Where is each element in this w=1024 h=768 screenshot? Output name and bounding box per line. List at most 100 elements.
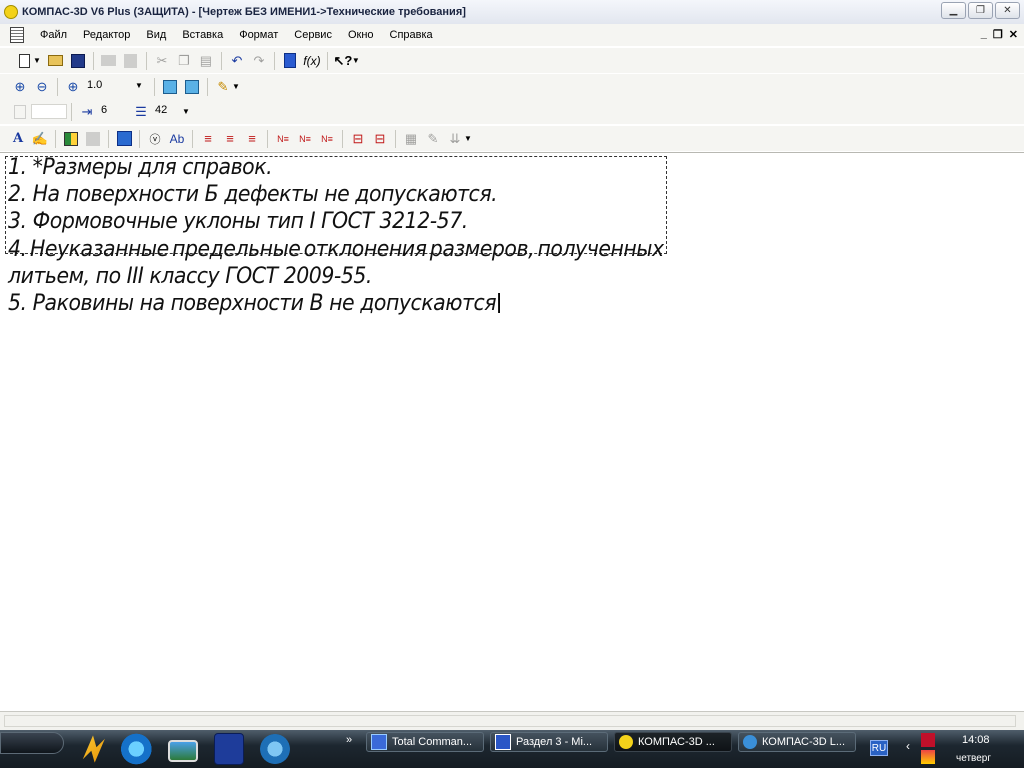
tray-expand-icon[interactable]: ‹ bbox=[906, 739, 910, 753]
table-fill-icon[interactable]: ⇊ bbox=[445, 129, 465, 149]
menu-service[interactable]: Сервис bbox=[286, 29, 340, 41]
task-label: КОМПАС-3D L... bbox=[762, 736, 846, 748]
separator bbox=[207, 77, 208, 96]
start-button[interactable] bbox=[0, 732, 64, 754]
kompas-launch-icon[interactable] bbox=[260, 734, 290, 764]
indent-input[interactable]: 6 bbox=[98, 104, 130, 119]
style-field[interactable] bbox=[31, 104, 67, 119]
task-kompas-lt[interactable]: КОМПАС-3D L... bbox=[738, 732, 856, 752]
context-help-icon[interactable]: ↖? bbox=[333, 51, 353, 71]
zoom-in-icon[interactable]: ⊕ bbox=[10, 77, 30, 97]
numbering-remove-icon[interactable]: N≡ bbox=[317, 129, 337, 149]
new-dropdown-icon[interactable]: ▼ bbox=[33, 56, 41, 65]
menu-format[interactable]: Формат bbox=[231, 29, 286, 41]
split-paragraph-icon[interactable]: ⊟ bbox=[370, 129, 390, 149]
mdi-minimize-icon[interactable]: _ bbox=[981, 28, 987, 41]
minimize-icon: ▁ bbox=[949, 5, 958, 16]
task-kompas-active[interactable]: КОМПАС-3D ... bbox=[614, 732, 732, 752]
kompas-lt-icon bbox=[743, 735, 757, 749]
align-right-icon[interactable]: ≡ bbox=[242, 129, 262, 149]
cut-icon[interactable]: ✂ bbox=[152, 51, 172, 71]
quicklaunch-more-icon[interactable]: » bbox=[346, 734, 352, 746]
paste-icon[interactable]: ▤ bbox=[196, 51, 216, 71]
text-toolbar-dropdown-icon[interactable]: ▼ bbox=[464, 134, 472, 143]
align-left-icon[interactable]: ≡ bbox=[198, 129, 218, 149]
pan-icon[interactable] bbox=[160, 77, 180, 97]
zoom-input[interactable]: 1.0 bbox=[84, 79, 132, 94]
menu-editor[interactable]: Редактор bbox=[75, 29, 138, 41]
requirement-line-1[interactable]: 1. *Размеры для справок. bbox=[8, 155, 273, 180]
line-spacing-icon[interactable]: ☰ bbox=[131, 102, 151, 122]
window-controls: ▁ ❐ ✕ bbox=[941, 2, 1020, 19]
menu-file[interactable]: Файл bbox=[32, 29, 75, 41]
zoom-frame-icon[interactable]: ⊕ bbox=[63, 77, 83, 97]
merge-paragraph-icon[interactable]: ⊟ bbox=[348, 129, 368, 149]
undo-icon[interactable]: ↶ bbox=[227, 51, 247, 71]
network-tray-icon[interactable] bbox=[921, 750, 935, 764]
close-button[interactable]: ✕ bbox=[995, 2, 1020, 19]
function-fx-icon[interactable]: f(x) bbox=[302, 51, 322, 71]
total-commander-launch-icon[interactable] bbox=[82, 735, 105, 763]
open-folder-icon[interactable] bbox=[46, 51, 66, 71]
help-dropdown-icon[interactable]: ▼ bbox=[352, 56, 360, 65]
redraw-brush-icon[interactable]: ✎ bbox=[213, 77, 233, 97]
insert-symbol-icon[interactable] bbox=[83, 129, 103, 149]
separator bbox=[273, 51, 275, 70]
requirement-line-4-cont[interactable]: литьем, по III классу ГОСТ 2009-55. bbox=[8, 264, 372, 289]
clock-time[interactable]: 14:08 bbox=[962, 734, 990, 746]
menu-view[interactable]: Вид bbox=[138, 29, 174, 41]
numbering-icon[interactable]: N≡ bbox=[273, 129, 293, 149]
paragraph-dropdown-icon[interactable]: ▼ bbox=[182, 107, 190, 116]
fit-all-icon[interactable] bbox=[182, 77, 202, 97]
document-area[interactable]: 1. *Размеры для справок. 2. На поверхнос… bbox=[0, 152, 1024, 711]
requirement-line-2[interactable]: 2. На поверхности Б дефекты не допускают… bbox=[8, 182, 498, 207]
table-grid-icon[interactable]: ▦ bbox=[401, 129, 421, 149]
insert-table-icon[interactable] bbox=[61, 129, 81, 149]
table-edit-icon[interactable]: ✎ bbox=[423, 129, 443, 149]
view-toolbar: ⊕ ⊖ ⊕ 1.0 ▼ ✎ ▼ bbox=[0, 74, 1024, 99]
preview-icon[interactable] bbox=[121, 51, 141, 71]
internet-explorer-icon[interactable] bbox=[121, 732, 155, 766]
text-settings-icon[interactable]: ✍ bbox=[30, 129, 50, 149]
menu-window[interactable]: Окно bbox=[340, 29, 382, 41]
separator bbox=[108, 129, 109, 148]
kompas-app-icon[interactable] bbox=[4, 5, 18, 19]
align-center-icon[interactable]: ≡ bbox=[220, 129, 240, 149]
copy-icon[interactable]: ❐ bbox=[174, 51, 194, 71]
case-icon[interactable]: Ab bbox=[167, 129, 187, 149]
maximize-button[interactable]: ❐ bbox=[968, 2, 993, 19]
minimize-button[interactable]: ▁ bbox=[941, 2, 966, 19]
numbering-add-icon[interactable]: N≡ bbox=[295, 129, 315, 149]
requirement-line-4[interactable]: 4. Неуказанные предельные отклонения раз… bbox=[8, 237, 664, 262]
floppy-disk-icon[interactable] bbox=[214, 733, 244, 765]
spell-check-icon[interactable]: ⓥ bbox=[145, 129, 165, 149]
language-indicator[interactable]: RU bbox=[870, 740, 888, 756]
task-word-document[interactable]: Раздел 3 - Mi... bbox=[490, 732, 608, 752]
print-icon[interactable] bbox=[99, 51, 119, 71]
redraw-dropdown-icon[interactable]: ▼ bbox=[232, 82, 240, 91]
new-document-icon[interactable] bbox=[14, 51, 34, 71]
style-icon[interactable] bbox=[10, 102, 30, 122]
font-icon[interactable]: A bbox=[8, 129, 28, 149]
clock-day: четверг bbox=[956, 753, 991, 764]
mdi-close-icon[interactable]: ✕ bbox=[1009, 28, 1018, 41]
image-viewer-icon[interactable] bbox=[168, 740, 198, 762]
indent-icon[interactable]: ⇥ bbox=[77, 102, 97, 122]
requirement-line-5[interactable]: 5. Раковины на поверхности В не допускаю… bbox=[8, 291, 500, 316]
menu-help[interactable]: Справка bbox=[382, 29, 441, 41]
redo-icon[interactable]: ↷ bbox=[249, 51, 269, 71]
calculator-icon[interactable] bbox=[280, 51, 300, 71]
menu-insert[interactable]: Вставка bbox=[174, 29, 231, 41]
document-system-icon[interactable] bbox=[10, 27, 24, 43]
line-spacing-input[interactable]: 42 bbox=[152, 104, 184, 119]
requirement-line-3[interactable]: 3. Формовочные уклоны тип I ГОСТ 3212-57… bbox=[8, 209, 468, 234]
antivirus-tray-icon[interactable] bbox=[921, 733, 935, 747]
zoom-out-icon[interactable]: ⊖ bbox=[32, 77, 52, 97]
zoom-dropdown-icon[interactable]: ▼ bbox=[132, 79, 150, 94]
save-icon[interactable] bbox=[68, 51, 88, 71]
separator bbox=[154, 77, 155, 96]
line4-word: 4. bbox=[8, 237, 27, 262]
mdi-restore-icon[interactable]: ❐ bbox=[993, 28, 1003, 41]
task-total-commander[interactable]: Total Comman... bbox=[366, 732, 484, 752]
text-template-icon[interactable] bbox=[114, 129, 134, 149]
